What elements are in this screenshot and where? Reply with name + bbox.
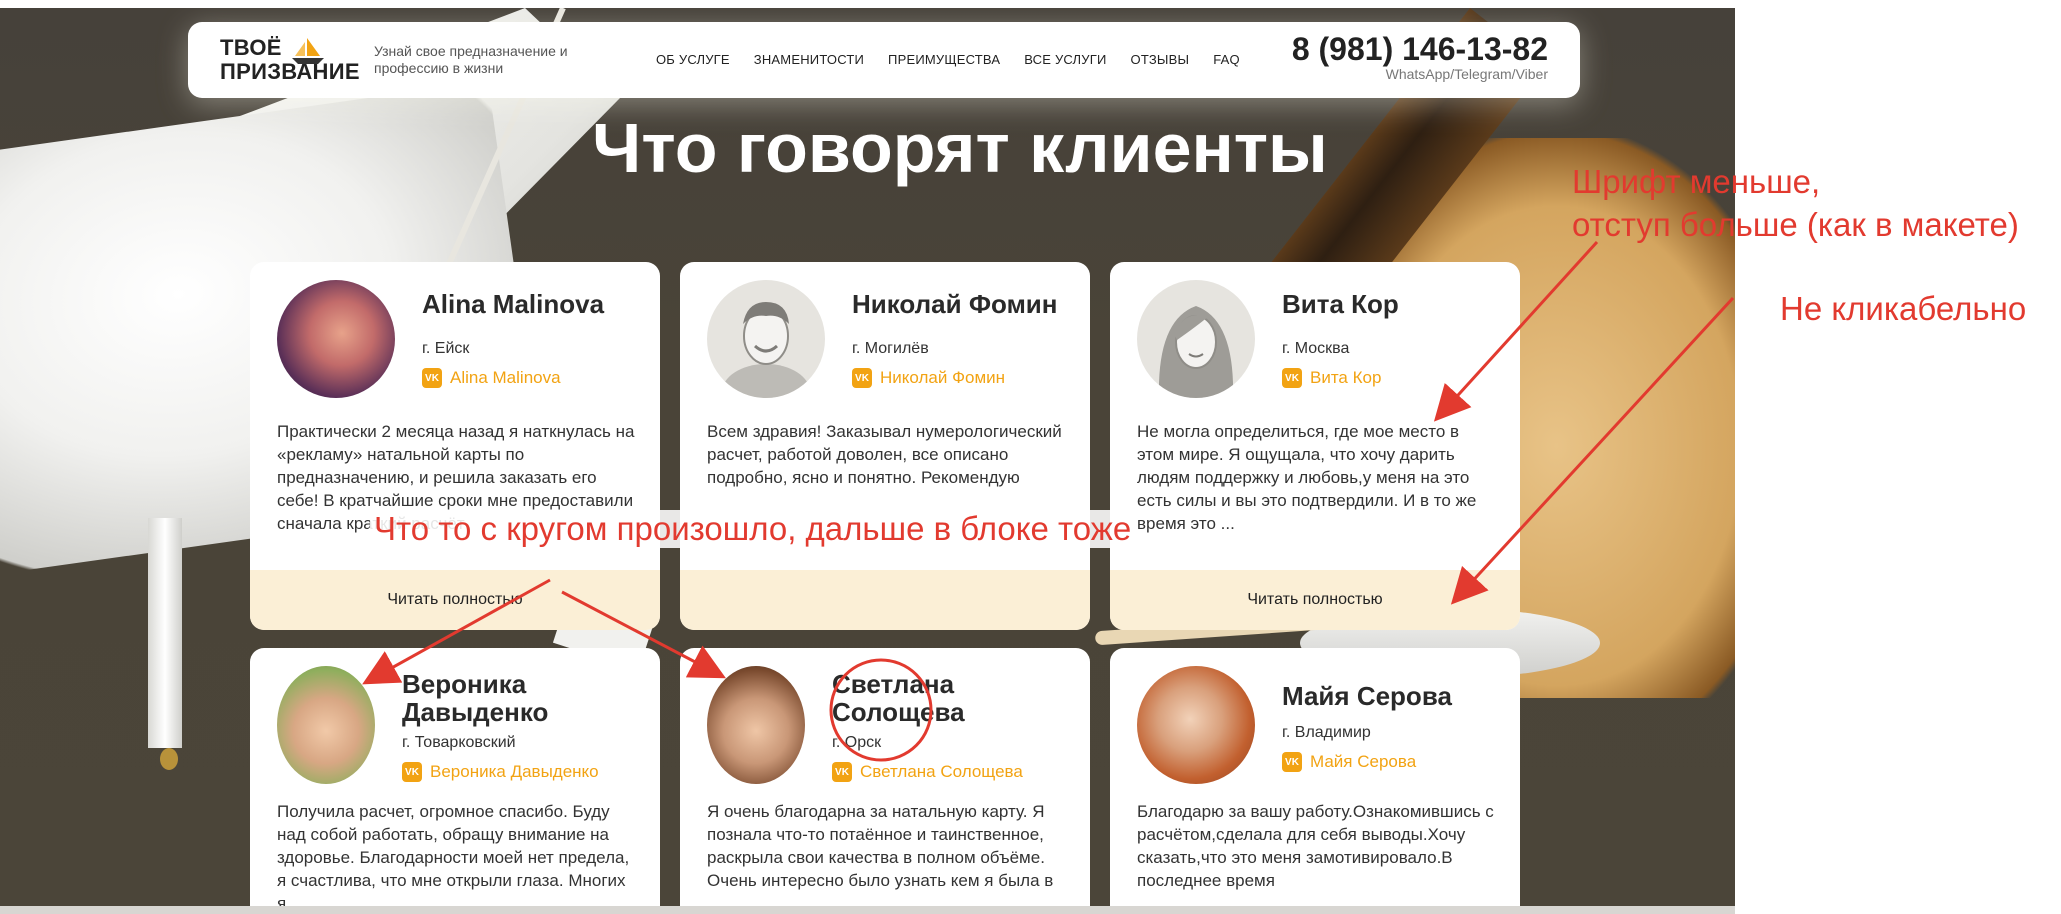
avatar xyxy=(707,666,805,784)
review-text: Благодарю за вашу работу.Ознакомившись с… xyxy=(1137,802,1494,890)
messengers-label: WhatsApp/Telegram/Viber xyxy=(1385,66,1548,82)
vk-link-label: Alina Malinova xyxy=(450,368,561,387)
page-bottom-edge xyxy=(0,906,1735,914)
nav-faq[interactable]: FAQ xyxy=(1213,52,1240,67)
review-text: Я очень благодарна за натальную карту. Я… xyxy=(707,802,1054,890)
vk-link-label: Вита Кор xyxy=(1310,368,1382,387)
annotation-circle: Что то с кругом произошло, дальше в блок… xyxy=(370,510,1136,548)
reviewer-name: Светлана Солощева xyxy=(832,669,965,727)
reviewer-name: Вероника Давыденко xyxy=(402,669,549,727)
reviewer-city: г. Орск xyxy=(832,734,882,751)
annotation-not-clickable: Не кликабельно xyxy=(1780,290,2027,327)
vk-link[interactable]: VK Вита Кор xyxy=(1282,368,1381,388)
vk-icon: VK xyxy=(832,762,852,782)
vk-icon: VK xyxy=(1282,752,1302,772)
nav-celebrities[interactable]: ЗНАМЕНИТОСТИ xyxy=(754,52,864,67)
reviewer-name: Вита Кор xyxy=(1282,289,1399,319)
read-more-area xyxy=(680,570,1090,630)
avatar-placeholder xyxy=(707,280,825,398)
vk-link[interactable]: VK Светлана Солощева xyxy=(832,762,1023,782)
reviewer-city: г. Москва xyxy=(1282,340,1350,357)
review-card: Alina Malinova г. Ейск VK Alina Malinova… xyxy=(250,262,660,630)
review-card: Вероника Давыденко г. Товарковский VK Ве… xyxy=(250,648,660,906)
nav-about[interactable]: ОБ УСЛУГЕ xyxy=(656,52,730,67)
review-text: Не могла определиться, где мое место в э… xyxy=(1137,422,1477,533)
nav-services[interactable]: ВСЕ УСЛУГИ xyxy=(1024,52,1106,67)
avatar xyxy=(277,280,395,398)
vk-link[interactable]: VK Майя Серова xyxy=(1282,752,1416,772)
vk-link-label: Николай Фомин xyxy=(880,368,1006,387)
avatar-placeholder xyxy=(1137,280,1255,398)
reviewer-city: г. Могилёв xyxy=(852,340,929,357)
review-text: Получила расчет, огромное спасибо. Буду … xyxy=(277,802,630,906)
piano-leg xyxy=(148,518,182,748)
site-header: ТВОЁ ПРИЗВАНИЕ Узнай свое предназначение… xyxy=(188,22,1580,98)
read-more-button[interactable]: Читать полностью xyxy=(250,570,660,630)
vk-link[interactable]: VK Alina Malinova xyxy=(422,368,561,388)
annotation-font-line2: отступ больше (как в макете) xyxy=(1572,206,2019,243)
nav-reviews[interactable]: ОТЗЫВЫ xyxy=(1131,52,1190,67)
reviewer-city: г. Владимир xyxy=(1282,724,1371,741)
boat-icon xyxy=(292,38,324,64)
piano-wheel xyxy=(160,748,178,770)
main-nav: ОБ УСЛУГЕ ЗНАМЕНИТОСТИ ПРЕИМУЩЕСТВА ВСЕ … xyxy=(656,52,1240,67)
review-card: Николай Фомин г. Могилёв VK Николай Фоми… xyxy=(680,262,1090,630)
vk-link-label: Светлана Солощева xyxy=(860,762,1023,781)
vk-icon: VK xyxy=(852,368,872,388)
review-card: Майя Серова г. Владимир VK Майя Серова Б… xyxy=(1110,648,1520,906)
read-more-button[interactable]: Читать полностью xyxy=(1110,570,1520,630)
vk-link[interactable]: VK Вероника Давыденко xyxy=(402,762,599,782)
vk-icon: VK xyxy=(402,762,422,782)
review-text: Всем здравия! Заказывал нумерологический… xyxy=(707,422,1062,487)
vk-link-label: Майя Серова xyxy=(1310,752,1417,771)
tagline: Узнай свое предназначение и профессию в … xyxy=(374,43,568,76)
vk-icon: VK xyxy=(422,368,442,388)
landing-page: Что говорят клиенты ТВОЁ ПРИЗВАНИЕ Узнай… xyxy=(0,8,1735,906)
reviewer-city: г. Товарковский xyxy=(402,734,516,751)
phone-number[interactable]: 8 (981) 146-13-82 xyxy=(1292,30,1548,68)
review-card: Вита Кор г. Москва VK Вита Кор Не могла … xyxy=(1110,262,1520,630)
avatar xyxy=(1137,666,1255,784)
vk-icon: VK xyxy=(1282,368,1302,388)
annotation-font-line1: Шрифт меньше, xyxy=(1572,163,1821,200)
reviewer-name: Николай Фомин xyxy=(852,289,1058,319)
vk-link-label: Вероника Давыденко xyxy=(430,762,599,781)
annotation-font: Шрифт меньше, отступ больше (как в макет… xyxy=(1572,160,2019,246)
vk-link[interactable]: VK Николай Фомин xyxy=(852,368,1005,388)
reviewer-name: Майя Серова xyxy=(1282,681,1452,711)
section-title: Что говорят клиенты xyxy=(592,109,1328,187)
nav-advantages[interactable]: ПРЕИМУЩЕСТВА xyxy=(888,52,1000,67)
reviewer-city: г. Ейск xyxy=(422,340,470,357)
avatar xyxy=(277,666,375,784)
review-card: Светлана Солощева г. Орск VK Светлана Со… xyxy=(680,648,1090,906)
reviewer-name: Alina Malinova xyxy=(422,289,605,319)
contact-block: 8 (981) 146-13-82 WhatsApp/Telegram/Vibe… xyxy=(1292,30,1548,82)
logo[interactable]: ТВОЁ ПРИЗВАНИЕ xyxy=(220,36,365,88)
